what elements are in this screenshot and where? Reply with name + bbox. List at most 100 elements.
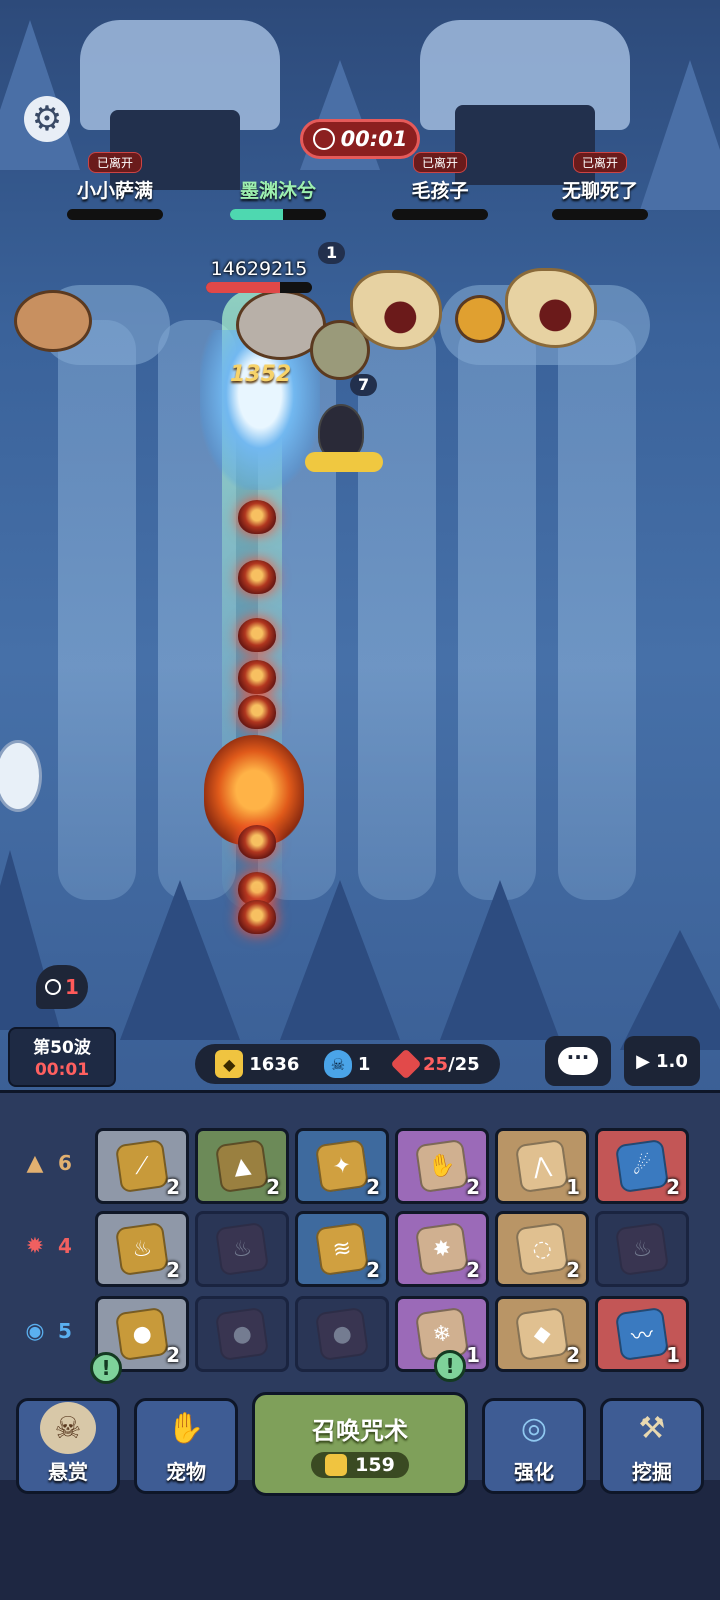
fire-icon: ✹ (25, 1233, 45, 1259)
spikes-icon: ⋀ (514, 1138, 570, 1194)
soul-resource: ☠ 1 (323, 1050, 371, 1078)
fast-forward-icon: ▶ (636, 1050, 650, 1072)
pine-tree (120, 880, 240, 1040)
skill-card-level: 2 (166, 1343, 180, 1367)
summon-button[interactable]: 召唤咒术 159 (252, 1392, 468, 1496)
player-hp-bar (230, 209, 326, 220)
player-status-badge: 已离开 (412, 152, 467, 173)
horned-skull-icon: ☠ (40, 1402, 96, 1454)
count-badge: 7 (350, 374, 378, 396)
skill-card[interactable]: ✸ 2 (395, 1211, 489, 1287)
boss-hp-value: 14629215 (210, 258, 308, 280)
skill-card-level: 1 (666, 1343, 680, 1367)
player-slot-2[interactable]: 墨渊沐兮 (228, 176, 328, 220)
pine-tree (0, 20, 80, 170)
damage-number: 1352 (230, 362, 292, 387)
pine-tree (440, 880, 560, 1040)
dig-button[interactable]: ⚒ 挖掘 (600, 1398, 704, 1494)
player-hp-fill (230, 209, 283, 220)
soul-amount: 1 (357, 1053, 371, 1075)
summon-label: 召唤咒术 (312, 1416, 408, 1445)
gold-amount: 1636 (249, 1053, 300, 1075)
hammer-icon: ⚒ (638, 1410, 666, 1446)
element-count: 6 (58, 1151, 72, 1175)
wave-timer: 00:01 (34, 1060, 90, 1080)
panel-footer (0, 1480, 720, 1600)
skill-card[interactable]: ⟋ 2 (95, 1128, 189, 1204)
swirl-icon: ◎ (520, 1410, 548, 1446)
player-name: 小小萨满 (76, 180, 153, 202)
lane (458, 320, 536, 900)
pet-button[interactable]: ✋ 宠物 (134, 1398, 238, 1494)
wave-indicator: 第50波 00:01 (8, 1027, 116, 1087)
wave-icon: 〰 (614, 1306, 670, 1362)
boss-hp-bar (206, 282, 312, 293)
count-badge: 1 (318, 242, 346, 264)
player-hp-bar (392, 209, 488, 220)
bounty-button[interactable]: ☠ 悬赏 (16, 1398, 120, 1494)
fireball (238, 618, 276, 652)
skill-card: ♨ (195, 1211, 289, 1287)
skill-card-level: 1 (466, 1343, 480, 1367)
skill-card[interactable]: ◌ 2 (495, 1211, 589, 1287)
cooldown-timer: 1 (36, 965, 88, 1009)
coin-pile (305, 452, 383, 472)
player-slot-3[interactable]: 已离开 毛孩子 (390, 152, 490, 220)
ice-crystal-icon: ◆ (514, 1306, 570, 1362)
clock-icon (45, 979, 62, 995)
skill-card[interactable]: ♨ 2 (95, 1211, 189, 1287)
skill-card-level: 2 (366, 1175, 380, 1199)
pine-tree (640, 60, 720, 210)
skill-card[interactable]: ✋ 2 (395, 1128, 489, 1204)
skill-card-level: 2 (566, 1258, 580, 1282)
player-status-badge: 已离开 (572, 152, 627, 173)
skill-card[interactable]: ✦ 2 (295, 1128, 389, 1204)
fire-wave-icon: ≋ (314, 1221, 370, 1277)
skill-card[interactable]: ☄ 2 (595, 1128, 689, 1204)
pine-tree (620, 930, 720, 1050)
resource-bar: ◆ 1636 ☠ 1 25/25 (195, 1044, 500, 1084)
golden-enemy (455, 295, 505, 343)
lane (58, 320, 136, 900)
player-slot-4[interactable]: 已离开 无聊死了 (550, 152, 650, 220)
speed-button[interactable]: ▶ 1.0 (624, 1036, 700, 1086)
lane (558, 320, 636, 900)
fireball (238, 825, 276, 859)
upgrade-button[interactable]: ◎ 强化 (482, 1398, 586, 1494)
fireball (238, 900, 276, 934)
player-slot-1[interactable]: 已离开 小小萨满 (65, 152, 165, 220)
cooldown-value: 1 (65, 975, 79, 999)
wave-label: 第50波 (33, 1038, 91, 1058)
red-gem-icon (390, 1048, 422, 1080)
player-name: 毛孩子 (411, 180, 469, 202)
gold-coin-icon (325, 1453, 348, 1476)
dig-label: 挖掘 (632, 1460, 672, 1484)
skill-card-level: 2 (466, 1258, 480, 1282)
skill-card[interactable]: ≋ 2 (295, 1211, 389, 1287)
skill-card-level: 2 (566, 1343, 580, 1367)
element-row-label: ✹ 4 (20, 1231, 72, 1261)
summon-alert-icon: ! (434, 1350, 466, 1382)
skill-card-level: 2 (366, 1258, 380, 1282)
skill-card[interactable]: ◆ 2 (495, 1296, 589, 1372)
chat-button[interactable]: ··· (545, 1036, 611, 1086)
skill-card-level: 2 (466, 1175, 480, 1199)
player-name: 无聊死了 (561, 180, 638, 202)
skill-card[interactable]: ⋀ 1 (495, 1128, 589, 1204)
lane (358, 320, 436, 900)
skill-card[interactable]: 〰 1 (595, 1296, 689, 1372)
speed-value: 1.0 (655, 1050, 688, 1072)
gem-max: 25 (454, 1053, 480, 1075)
element-count: 4 (58, 1234, 72, 1258)
tornado-icon: ◌ (514, 1221, 570, 1277)
claw-icon: ⟋ (114, 1138, 170, 1194)
settings-gear-icon[interactable]: ⚙ (24, 96, 70, 142)
player-name: 墨渊沐兮 (239, 180, 316, 202)
gem-separator: / (448, 1053, 455, 1075)
skill-card: ● (195, 1296, 289, 1372)
summon-cost-value: 159 (355, 1453, 395, 1476)
bounty-alert-icon: ! (90, 1352, 122, 1384)
fireball (238, 500, 276, 534)
skill-card[interactable]: ▲ 2 (195, 1128, 289, 1204)
mountain-icon: ▲ (26, 1150, 44, 1176)
